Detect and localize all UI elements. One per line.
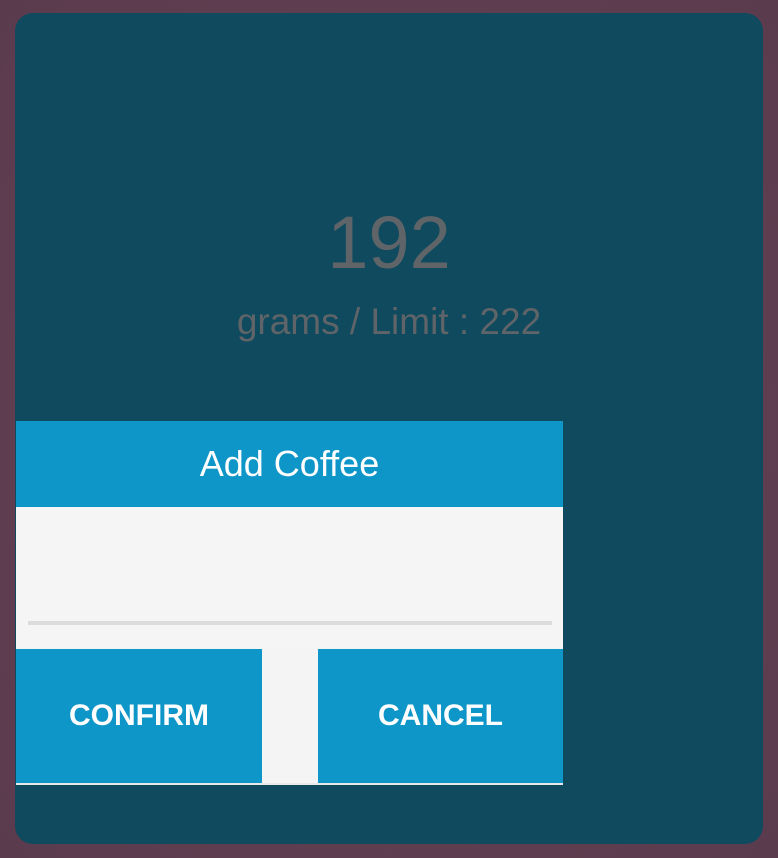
confirm-button[interactable]: CONFIRM	[16, 649, 262, 783]
app-background: 192 grams / Limit : 222 Add Coffee CONFI…	[0, 0, 778, 858]
cancel-button[interactable]: CANCEL	[318, 649, 563, 783]
dialog-bottom-border	[16, 783, 563, 785]
coffee-tracker-card: 192 grams / Limit : 222 Add Coffee CONFI…	[15, 13, 763, 844]
add-coffee-dialog: Add Coffee CONFIRM CANCEL	[16, 421, 563, 785]
button-divider	[262, 649, 318, 783]
input-underline	[28, 621, 552, 625]
grams-limit-label: grams / Limit : 222	[236, 301, 542, 342]
dialog-title: Add Coffee	[16, 421, 563, 507]
coffee-grams-count: 192	[327, 201, 451, 284]
input-container	[16, 507, 563, 647]
coffee-amount-input[interactable]	[28, 507, 556, 627]
